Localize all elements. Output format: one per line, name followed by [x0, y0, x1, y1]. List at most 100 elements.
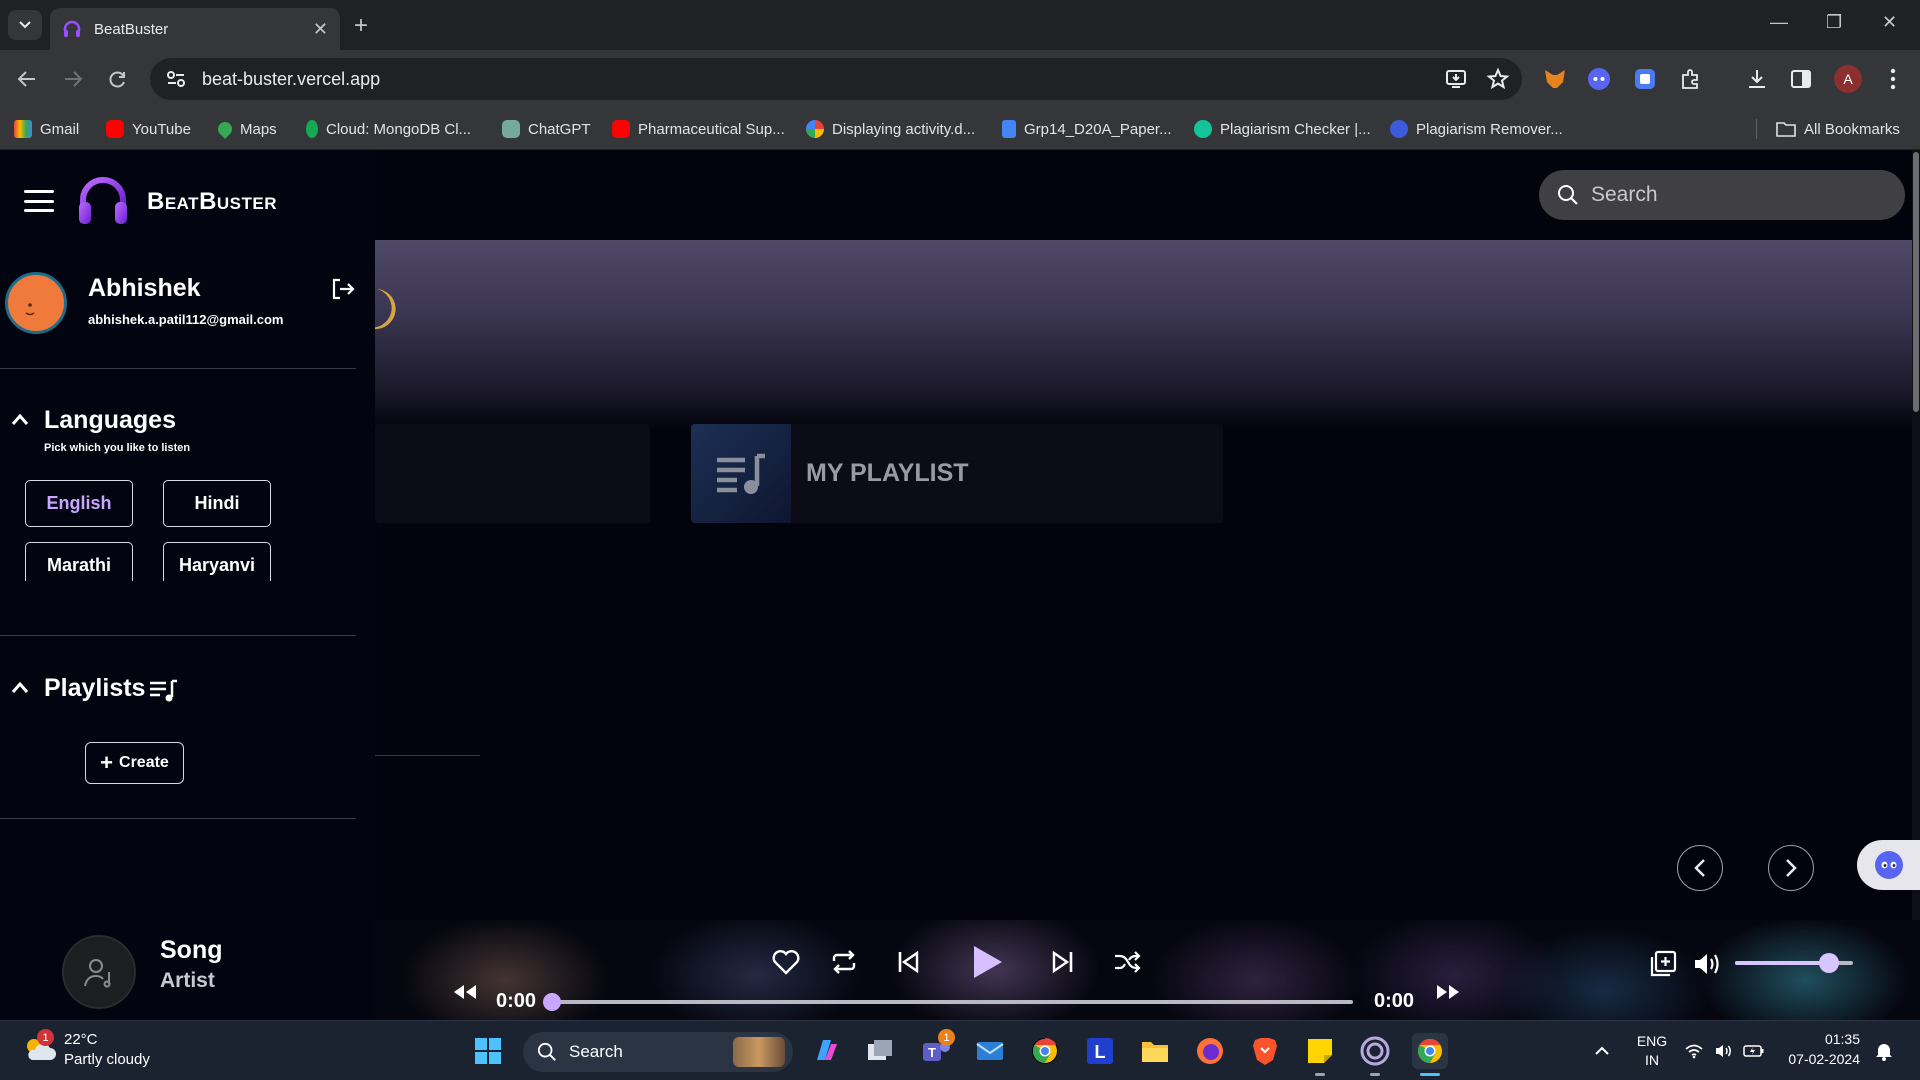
tab-search-button[interactable]: [8, 10, 42, 40]
bookmark-docs[interactable]: Grp14_D20A_Paper...: [1002, 108, 1172, 150]
metamask-extension-icon[interactable]: [1538, 62, 1572, 96]
languages-subtitle: Pick which you like to listen: [44, 442, 191, 454]
profile-avatar[interactable]: A: [1834, 65, 1862, 93]
add-to-playlist-button[interactable]: [1643, 944, 1683, 984]
search-input[interactable]: [1591, 183, 1871, 207]
browser-toolbar: beat-buster.vercel.app A: [0, 50, 1920, 108]
downloads-icon[interactable]: [1740, 62, 1774, 96]
kebab-menu-icon[interactable]: [1876, 62, 1910, 96]
tab-title: BeatBuster: [94, 20, 169, 38]
arc-app-icon[interactable]: [1357, 1033, 1393, 1069]
hamburger-menu-icon[interactable]: [24, 190, 54, 212]
restore-button[interactable]: ❐: [1826, 12, 1842, 33]
shuffle-button[interactable]: [1107, 942, 1147, 982]
new-tab-button[interactable]: +: [354, 12, 368, 40]
like-button[interactable]: [766, 942, 806, 982]
bookmark-pharmaceutical[interactable]: Pharmaceutical Sup...: [612, 108, 785, 150]
input-language-line2[interactable]: IN: [1632, 1052, 1672, 1068]
minimize-button[interactable]: —: [1770, 12, 1788, 33]
url-text: beat-buster.vercel.app: [202, 68, 381, 89]
close-window-button[interactable]: ✕: [1882, 12, 1897, 33]
next-button[interactable]: [1043, 942, 1083, 982]
bookmark-star-icon[interactable]: [1486, 67, 1510, 91]
weather-temp[interactable]: 22°C: [64, 1031, 98, 1048]
side-panel-icon[interactable]: [1784, 62, 1818, 96]
brave-icon[interactable]: [1247, 1033, 1283, 1069]
my-playlist-card[interactable]: MY PLAYLIST: [691, 424, 1223, 523]
carousel-prev-button[interactable]: [1677, 845, 1723, 891]
previous-button[interactable]: [888, 942, 928, 982]
avatar[interactable]: [5, 272, 67, 334]
tray-overflow-chevron-icon[interactable]: [1584, 1033, 1620, 1069]
speaker-icon[interactable]: [1710, 1033, 1738, 1069]
bookmark-plagiarism-checker[interactable]: Plagiarism Checker |...: [1194, 108, 1371, 150]
copilot-icon[interactable]: [808, 1033, 844, 1069]
repeat-button[interactable]: [824, 942, 864, 982]
chevron-up-icon[interactable]: [10, 410, 30, 430]
bookmark-label: YouTube: [132, 120, 191, 138]
bookmark-plagiarism-remover[interactable]: Plagiarism Remover...: [1390, 108, 1563, 150]
chrome-profile-icon[interactable]: [1412, 1033, 1448, 1069]
start-button[interactable]: [470, 1033, 506, 1069]
logout-icon[interactable]: [330, 276, 356, 302]
task-view-icon[interactable]: [862, 1033, 898, 1069]
person-music-icon: [84, 959, 111, 988]
chatbot-button[interactable]: [1857, 840, 1920, 890]
bookmark-youtube[interactable]: YouTube: [106, 108, 191, 150]
bookmark-maps[interactable]: Maps: [215, 108, 277, 150]
clock-date[interactable]: 07-02-2024: [1780, 1051, 1860, 1067]
extensions-puzzle-icon[interactable]: [1674, 62, 1708, 96]
chrome-icon[interactable]: [1027, 1033, 1063, 1069]
taskbar-search[interactable]: Search: [523, 1032, 793, 1072]
play-button[interactable]: [963, 938, 1011, 986]
wifi-icon[interactable]: [1680, 1033, 1708, 1069]
language-marathi[interactable]: Marathi: [25, 542, 133, 581]
scrollbar-thumb[interactable]: [1913, 152, 1919, 412]
rewind-button[interactable]: [445, 972, 485, 1012]
language-haryanvi[interactable]: Haryanvi: [163, 542, 271, 581]
language-hindi[interactable]: Hindi: [163, 480, 271, 527]
tab-close-icon[interactable]: ✕: [313, 19, 328, 40]
search-bar[interactable]: [1539, 170, 1905, 220]
bookmark-chatgpt[interactable]: ChatGPT: [502, 108, 591, 150]
carousel-next-button[interactable]: [1768, 845, 1814, 891]
bookmark-mongodb[interactable]: Cloud: MongoDB Cl...: [306, 108, 471, 150]
battery-icon[interactable]: [1740, 1033, 1768, 1069]
l-app-icon[interactable]: L: [1082, 1033, 1118, 1069]
bookmark-gmail[interactable]: Gmail: [14, 108, 79, 150]
seek-thumb[interactable]: [543, 993, 561, 1011]
chevron-up-icon[interactable]: [10, 678, 30, 698]
language-english[interactable]: English: [25, 480, 133, 527]
browser-tab[interactable]: BeatBuster ✕: [50, 8, 340, 50]
moon-icon[interactable]: [375, 287, 411, 331]
notifications-bell-icon[interactable]: [1870, 1033, 1898, 1069]
headphones-favicon-icon: [63, 20, 81, 37]
fast-forward-button[interactable]: [1428, 972, 1468, 1012]
sticky-notes-icon[interactable]: [1302, 1033, 1338, 1069]
back-button[interactable]: [12, 64, 42, 94]
input-language-line1[interactable]: ENG: [1632, 1033, 1672, 1049]
add-to-queue-icon: [1650, 950, 1677, 977]
file-explorer-icon[interactable]: [1137, 1033, 1173, 1069]
clock-time[interactable]: 01:35: [1780, 1031, 1860, 1047]
tab-strip: BeatBuster ✕ + — ❐ ✕: [0, 0, 1920, 50]
weather-condition[interactable]: Partly cloudy: [64, 1051, 150, 1068]
all-bookmarks[interactable]: All Bookmarks: [1776, 108, 1900, 150]
youtube-icon: [106, 120, 124, 138]
install-app-icon[interactable]: [1444, 67, 1468, 91]
forward-button[interactable]: [58, 64, 88, 94]
youtube-icon: [612, 120, 630, 138]
mail-icon[interactable]: [972, 1033, 1008, 1069]
bookmark-photos[interactable]: Displaying activity.d...: [806, 108, 975, 150]
content-card[interactable]: [375, 424, 650, 523]
screenshot-extension-icon[interactable]: [1628, 62, 1662, 96]
bot-extension-icon[interactable]: [1582, 62, 1616, 96]
create-playlist-button[interactable]: + Create: [85, 742, 184, 784]
address-bar[interactable]: beat-buster.vercel.app: [150, 58, 1522, 100]
volume-button[interactable]: [1687, 944, 1727, 984]
firefox-icon[interactable]: [1192, 1033, 1228, 1069]
chevron-left-icon: [1694, 859, 1705, 877]
reload-button[interactable]: [103, 64, 133, 94]
site-info-icon[interactable]: [164, 67, 188, 91]
seek-bar[interactable]: [553, 1000, 1353, 1004]
